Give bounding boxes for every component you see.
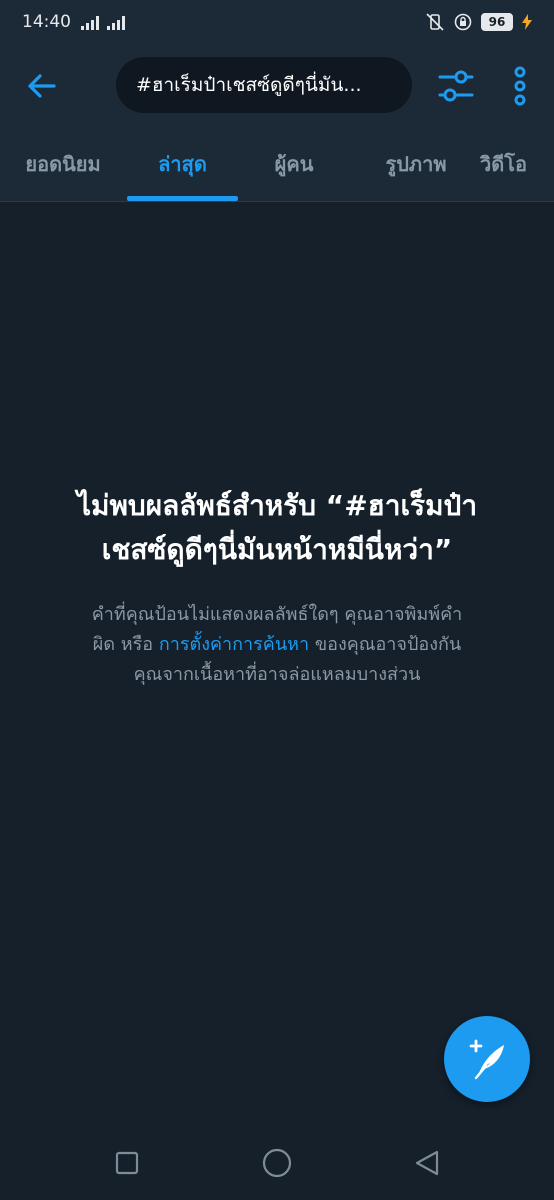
back-arrow-icon xyxy=(28,74,56,98)
search-filter-button[interactable] xyxy=(436,66,476,106)
system-nav-bar xyxy=(0,1126,554,1200)
empty-state-title: ไม่พบผลลัพธ์สำหรับ “#ฮาเร็มป๋า เชสซ์ดูดี… xyxy=(20,484,534,572)
tab-photos[interactable]: รูปภาพ xyxy=(356,126,476,202)
status-time: 14:40 xyxy=(22,12,71,32)
tab-videos[interactable]: วิดีโอ xyxy=(480,126,554,202)
status-bar: 14:40 96 xyxy=(0,0,554,44)
nav-recents-icon xyxy=(115,1151,139,1175)
lock-rotation-icon xyxy=(454,13,472,31)
status-left: 14:40 xyxy=(22,12,131,32)
tab-top[interactable]: ยอดนิยม xyxy=(8,126,118,202)
empty-desc-line-1: คำที่คุณป้อนไม่แสดงผลลัพธ์ใดๆ คุณอาจพิมพ… xyxy=(91,604,463,625)
nav-back-button[interactable] xyxy=(412,1148,442,1178)
vibrate-icon xyxy=(426,13,444,31)
signal-icon xyxy=(81,16,125,30)
nav-recents-button[interactable] xyxy=(112,1148,142,1178)
battery-indicator: 96 xyxy=(481,13,513,31)
empty-desc-post-link: ของคุณอาจป้องกัน xyxy=(309,634,462,655)
empty-desc-pre-link: ผิด หรือ xyxy=(92,634,159,655)
empty-desc-line-3: คุณจากเนื้อหาที่อาจล่อแหลมบางส่วน xyxy=(133,664,421,685)
empty-desc-line-2: ผิด หรือ การตั้งค่าการค้นหา ของคุณอาจป้อ… xyxy=(30,630,524,660)
search-query-text: #ฮาเร็มป๋าเชสซ์ดูดีๆนี่มัน... xyxy=(136,74,362,96)
status-right: 96 xyxy=(425,13,532,31)
tab-people[interactable]: ผู้คน xyxy=(246,126,342,202)
nav-home-button[interactable] xyxy=(260,1146,294,1180)
empty-title-line-1: ไม่พบผลลัพธ์สำหรับ “#ฮาเร็มป๋า xyxy=(76,489,478,522)
compose-tweet-icon xyxy=(469,1039,504,1080)
search-header: #ฮาเร็มป๋าเชสซ์ดูดีๆนี่มัน... xyxy=(0,44,554,126)
empty-title-line-2: เชสซ์ดูดีๆนี่มันหน้าหมีนี่หว่า” xyxy=(101,533,453,566)
more-options-button[interactable] xyxy=(504,64,536,108)
compose-tweet-button[interactable] xyxy=(444,1016,530,1102)
nav-home-icon xyxy=(262,1148,292,1178)
charging-icon xyxy=(522,14,532,30)
active-tab-indicator xyxy=(127,196,238,201)
more-vertical-icon xyxy=(514,66,526,106)
nav-back-icon xyxy=(415,1150,439,1176)
empty-state-description: คำที่คุณป้อนไม่แสดงผลลัพธ์ใดๆ คุณอาจพิมพ… xyxy=(30,600,524,690)
search-input[interactable]: #ฮาเร็มป๋าเชสซ์ดูดีๆนี่มัน... xyxy=(116,57,412,113)
filter-sliders-icon xyxy=(438,70,474,102)
back-button[interactable] xyxy=(24,68,60,104)
search-settings-link[interactable]: การตั้งค่าการค้นหา xyxy=(159,634,309,655)
tab-latest[interactable]: ล่าสุด xyxy=(127,126,238,202)
search-tabs: ยอดนิยม ล่าสุด ผู้คน รูปภาพ วิดีโอ xyxy=(0,126,554,202)
